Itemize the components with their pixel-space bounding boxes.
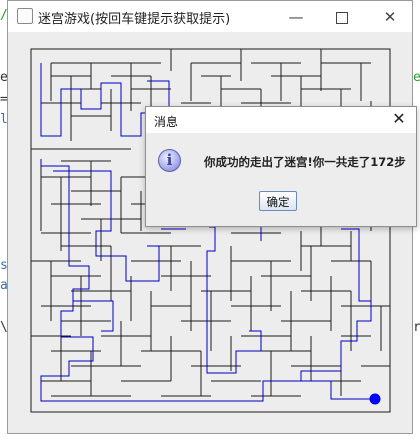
dialog-message: 你成功的走出了迷宫!你一共走了172步 bbox=[204, 155, 406, 169]
dialog-titlebar[interactable]: 消息 ✕ bbox=[146, 107, 416, 133]
maze-walls bbox=[30, 48, 391, 413]
message-dialog: 消息 ✕ i 你成功的走出了迷宫!你一共走了172步 确定 bbox=[145, 106, 417, 227]
dialog-title: 消息 bbox=[154, 115, 179, 129]
ok-button[interactable]: 确定 bbox=[259, 191, 297, 211]
player-dot bbox=[369, 393, 381, 405]
background-code-fragment: e bbox=[413, 70, 420, 85]
info-icon: i bbox=[158, 149, 181, 172]
dialog-close-button[interactable]: ✕ bbox=[388, 109, 410, 128]
background-code-fragment: r bbox=[413, 320, 420, 335]
